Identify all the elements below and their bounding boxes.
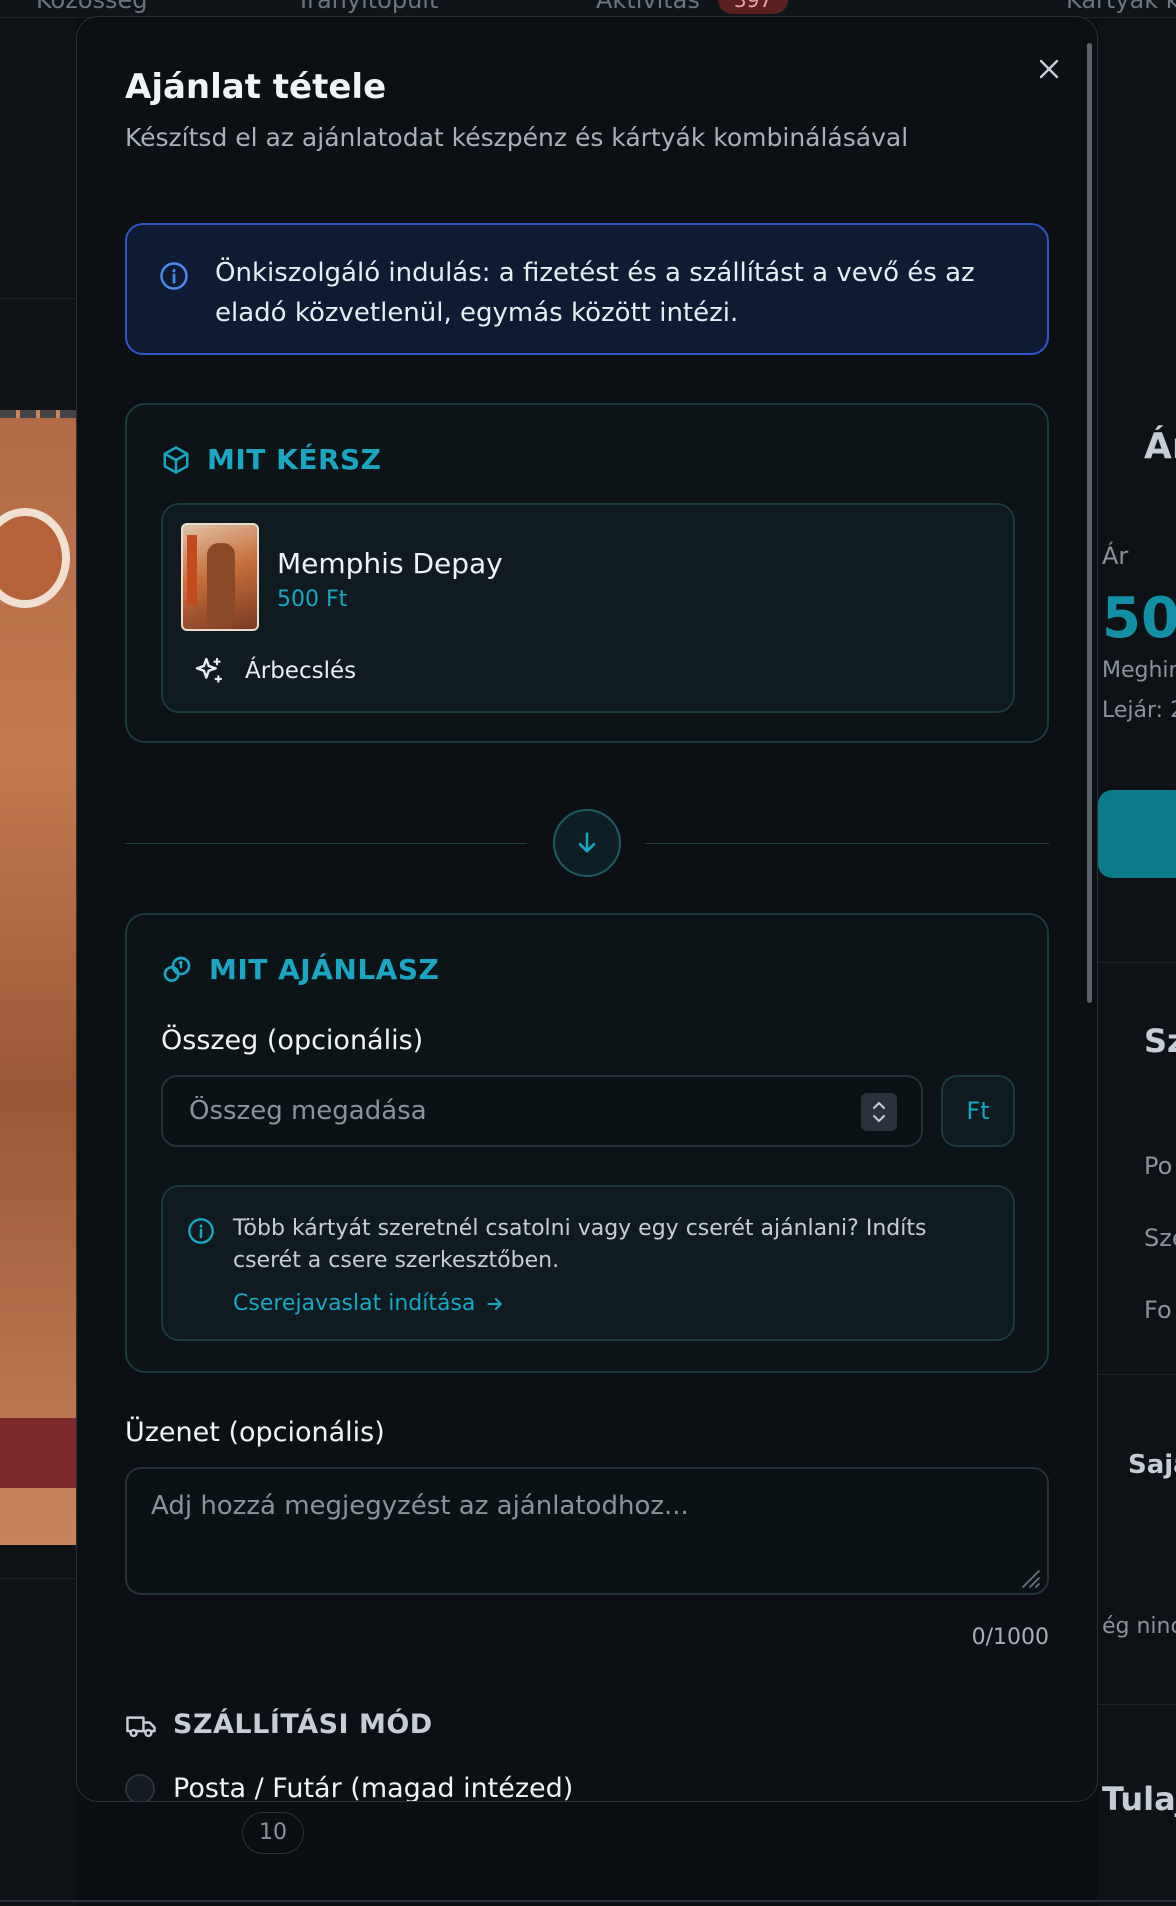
modal-scrollbar[interactable] xyxy=(1087,43,1092,1003)
request-section-header: MIT KÉRSZ xyxy=(161,443,381,476)
trade-tip-box: Több kártyát szeretnél csatolni vagy egy… xyxy=(161,1185,1015,1341)
lion-crest-icon xyxy=(0,508,70,608)
message-label: Üzenet (opcionális) xyxy=(125,1417,385,1448)
amount-label: Összeg (opcionális) xyxy=(161,1025,424,1056)
chevron-up-down-icon xyxy=(873,1102,885,1122)
bg-price-label: Ár xyxy=(1102,542,1129,570)
price-estimate-label: Árbecslés xyxy=(245,658,357,684)
bg-own: Saja xyxy=(1128,1450,1176,1480)
request-section-heading: MIT KÉRSZ xyxy=(207,443,382,476)
thumbnail-stripe xyxy=(187,535,197,605)
shipping-option-label: Posta / Futár (magad intézed) xyxy=(173,1773,574,1802)
coins-icon xyxy=(163,956,191,982)
background-right-panel: Ár Ár 500 Meghir Lejár: 20 Sz Po Sze Fo … xyxy=(1098,18,1176,1906)
card-thumbnail xyxy=(181,523,259,631)
shipping-method-header: SZÁLLÍTÁSI MÓD xyxy=(125,1709,433,1740)
section-divider-left xyxy=(125,843,527,844)
nav-dashboard[interactable]: Irányítópult xyxy=(300,0,438,14)
nav-search[interactable]: Kártyák k xyxy=(1066,0,1176,14)
bg-page-pill[interactable]: 10 xyxy=(242,1812,304,1854)
modal-subtitle: Készítsd el az ajánlatodat készpénz és k… xyxy=(125,123,909,152)
offer-section: MIT AJÁNLASZ Összeg (opcionális) Ft Több… xyxy=(125,913,1049,1373)
card-price: 500 Ft xyxy=(277,587,348,612)
self-service-notice: Önkiszolgáló indulás: a fizetést és a sz… xyxy=(125,223,1049,355)
bg-option-3: Fo xyxy=(1144,1296,1172,1324)
activity-count-badge: 397 xyxy=(718,0,788,14)
bg-divider xyxy=(1098,962,1176,963)
offer-section-heading: MIT AJÁNLASZ xyxy=(209,953,440,986)
nav-activity[interactable]: Aktivitás xyxy=(596,0,700,14)
close-icon xyxy=(1039,59,1059,79)
bg-price-value: 500 xyxy=(1102,586,1176,651)
offer-modal: Ajánlat tétele Készítsd el az ajánlatoda… xyxy=(76,16,1098,1802)
bg-divider xyxy=(1098,1704,1176,1705)
package-icon xyxy=(163,445,189,474)
amount-input[interactable] xyxy=(161,1075,923,1147)
shipping-option-radio[interactable] xyxy=(125,1773,155,1801)
start-trade-link[interactable]: Cserejavaslat indítása xyxy=(233,1291,505,1316)
bg-expires: Lejár: 20 xyxy=(1102,698,1176,723)
start-trade-link-label: Cserejavaslat indítása xyxy=(233,1291,476,1316)
shipping-method-heading: SZÁLLÍTÁSI MÓD xyxy=(173,1709,433,1740)
shipping-option-post[interactable]: Posta / Futár (magad intézed) xyxy=(125,1773,574,1802)
bg-buy-button[interactable] xyxy=(1098,790,1176,878)
bg-extended: Meghir xyxy=(1102,658,1176,683)
arrow-right-icon xyxy=(487,1297,503,1310)
info-icon xyxy=(160,262,188,290)
amount-stepper[interactable] xyxy=(861,1093,897,1131)
nav-community[interactable]: Közösség xyxy=(36,0,148,14)
bg-option-2: Sze xyxy=(1144,1224,1176,1252)
modal-title: Ajánlat tétele xyxy=(125,67,387,107)
sparkles-icon xyxy=(195,657,223,683)
card-name: Memphis Depay xyxy=(277,547,503,580)
background-card-image xyxy=(0,410,76,1545)
requested-card-item[interactable]: Memphis Depay 500 Ft Árbecslés xyxy=(161,503,1015,713)
trade-tip-text: Több kártyát szeretnél csatolni vagy egy… xyxy=(233,1216,927,1273)
resize-grip-icon[interactable] xyxy=(1017,1565,1041,1589)
bg-option-1: Po xyxy=(1144,1152,1173,1180)
section-divider-right xyxy=(645,843,1049,844)
card-stripe xyxy=(0,1418,76,1488)
price-estimate-button[interactable]: Árbecslés xyxy=(193,655,356,687)
request-section: MIT KÉRSZ Memphis Depay 500 Ft Árbecslés xyxy=(125,403,1049,743)
bg-shipping-title: Sz xyxy=(1144,1022,1176,1060)
message-textarea[interactable] xyxy=(125,1467,1049,1595)
background-divider xyxy=(0,298,76,316)
bg-divider xyxy=(1098,1374,1176,1375)
character-counter: 0/1000 xyxy=(971,1625,1049,1650)
thumbnail-figure xyxy=(207,543,235,623)
background-bottom: 10 xyxy=(0,1800,1176,1906)
arrow-down-icon xyxy=(578,832,596,853)
bg-divider xyxy=(0,1900,1176,1902)
truck-icon xyxy=(126,1715,156,1737)
offer-section-header: MIT AJÁNLASZ xyxy=(161,953,439,986)
notice-text: Önkiszolgáló indulás: a fizetést és a sz… xyxy=(215,258,975,328)
swap-arrow-button xyxy=(553,809,621,877)
bg-price-title: Ár xyxy=(1144,426,1176,467)
info-icon xyxy=(188,1218,214,1244)
close-button[interactable] xyxy=(1027,47,1071,91)
bg-empty: ég ninc xyxy=(1102,1614,1176,1639)
currency-button[interactable]: Ft xyxy=(941,1075,1015,1147)
